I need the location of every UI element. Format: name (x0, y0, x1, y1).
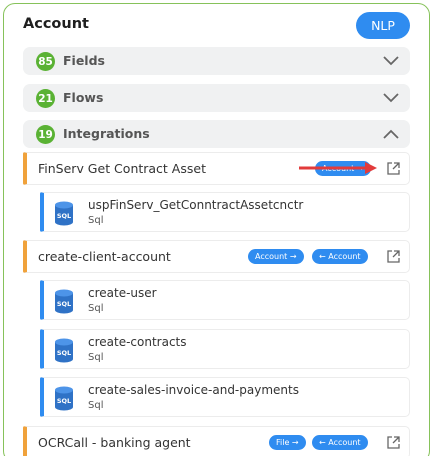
child-type: Sql (88, 352, 104, 363)
section-flows[interactable]: 21 Flows (23, 84, 410, 112)
account-in-tag[interactable]: ← Account (312, 249, 368, 264)
integration-child-row[interactable]: SQL uspFinServ_GetConntractAssetcnctr Sq… (40, 192, 410, 232)
child-type: Sql (88, 303, 104, 314)
fields-count-badge: 85 (36, 52, 55, 71)
panel-header: Account NLP (4, 4, 429, 48)
svg-text:SQL: SQL (57, 349, 71, 357)
integration-name: OCRCall - banking agent (38, 435, 191, 450)
child-name: create-sales-invoice-and-payments (88, 383, 299, 397)
svg-text:SQL: SQL (57, 397, 71, 405)
account-panel: Account NLP 85 Fields 21 Flows 19 Integr… (3, 3, 430, 456)
svg-text:SQL: SQL (57, 300, 71, 308)
external-link-icon[interactable] (386, 249, 401, 264)
section-integrations-label: Integrations (63, 126, 150, 141)
annotation-arrow (299, 162, 377, 174)
account-out-tag[interactable]: Account → (248, 249, 304, 264)
chevron-up-icon[interactable] (382, 126, 400, 142)
external-link-icon[interactable] (386, 161, 401, 176)
section-fields[interactable]: 85 Fields (23, 47, 410, 75)
child-type: Sql (88, 215, 104, 226)
chevron-down-icon[interactable] (382, 53, 400, 69)
integration-child-row[interactable]: SQL create-contracts Sql (40, 329, 410, 369)
chevron-down-icon[interactable] (382, 90, 400, 106)
panel-title: Account (23, 16, 89, 32)
child-type: Sql (88, 400, 104, 411)
section-flows-label: Flows (63, 90, 104, 105)
integration-row[interactable]: OCRCall - banking agent File → ← Account (23, 426, 410, 456)
account-in-tag[interactable]: ← Account (312, 435, 368, 450)
child-name: create-user (88, 286, 157, 300)
integrations-count-badge: 19 (36, 125, 55, 144)
file-out-tag[interactable]: File → (269, 435, 306, 450)
sql-database-icon: SQL (55, 201, 73, 226)
sql-database-icon: SQL (55, 386, 73, 411)
integration-child-row[interactable]: SQL create-user Sql (40, 280, 410, 320)
child-name: create-contracts (88, 335, 187, 349)
nlp-button[interactable]: NLP (356, 12, 410, 39)
child-name: uspFinServ_GetConntractAssetcnctr (88, 198, 304, 212)
integration-row[interactable]: create-client-account Account → ← Accoun… (23, 240, 410, 273)
svg-text:SQL: SQL (57, 212, 71, 220)
sql-database-icon: SQL (55, 289, 73, 314)
section-integrations[interactable]: 19 Integrations (23, 120, 410, 148)
integration-name: create-client-account (38, 249, 171, 264)
external-link-icon[interactable] (386, 435, 401, 450)
integration-name: FinServ Get Contract Asset (38, 161, 206, 176)
section-fields-label: Fields (63, 53, 105, 68)
sql-database-icon: SQL (55, 338, 73, 363)
flows-count-badge: 21 (36, 89, 55, 108)
integration-child-row[interactable]: SQL create-sales-invoice-and-payments Sq… (40, 377, 410, 417)
